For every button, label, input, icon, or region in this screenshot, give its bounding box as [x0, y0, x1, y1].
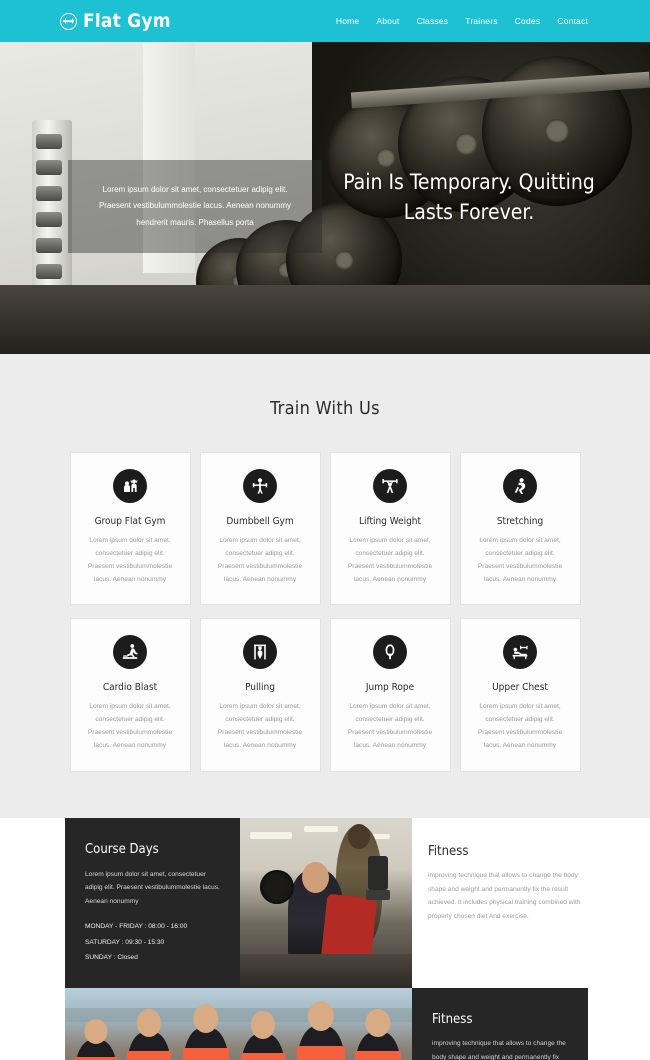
bench-press-icon [503, 635, 537, 670]
service-card-title: Upper Chest [492, 682, 548, 694]
service-card[interactable]: Jump Rope Lorem ipsum dolor sit amet, co… [329, 618, 451, 772]
course-days-band: Course Days Lorem ipsum dolor sit amet, … [0, 817, 650, 988]
service-card-title: Pulling [245, 682, 275, 694]
service-card-title: Jump Rope [365, 682, 415, 694]
site-logo[interactable]: Flat Gym [60, 10, 171, 32]
service-card-title: Group Flat Gym [94, 516, 166, 527]
service-card-title: Lifting Weight [358, 516, 422, 527]
spin-class-band: Fitness improving technique that allows … [0, 987, 650, 1060]
barbell-lift-icon [373, 469, 407, 503]
service-card[interactable]: Upper Chest Lorem ipsum dolor sit amet, … [459, 618, 581, 772]
service-card[interactable]: Pulling Lorem ipsum dolor sit amet, cons… [199, 618, 321, 772]
fitness-dark-text: improving technique that allows to chang… [432, 1039, 566, 1060]
service-card-text: Lorem ipsum dolor sit amet, consectetuer… [477, 537, 563, 583]
service-card-text: Lorem ipsum dolor sit amet, consectetuer… [477, 703, 563, 749]
course-days-panel: Course Days Lorem ipsum dolor sit amet, … [65, 817, 240, 988]
section-title: Train With Us [270, 398, 380, 419]
pullup-bar-icon [243, 635, 277, 670]
hero-banner: Lorem ipsum dolor sit amet, consectetuer… [0, 42, 650, 354]
hours-row: MONDAY - FRIDAY : 08:00 - 16:00 [85, 923, 188, 931]
nav-item-classes[interactable]: Classes [417, 16, 449, 26]
nav-item-contact[interactable]: Contact [557, 16, 588, 26]
service-cards-grid: Group Flat Gym Lorem ipsum dolor sit ame… [0, 452, 650, 772]
service-card-title: Cardio Blast [102, 682, 158, 694]
logo-text: Flat Gym [83, 10, 171, 32]
service-card-text: Lorem ipsum dolor sit amet, consectetuer… [217, 537, 303, 583]
hero-overlay-text: Lorem ipsum dolor sit amet, consectetuer… [68, 160, 322, 254]
jump-rope-icon [373, 635, 407, 670]
service-card-title: Stretching [496, 516, 544, 527]
site-header: Flat Gym Home About Classes Trainers Cod… [0, 0, 650, 42]
hours-row: SATURDAY : 09:30 - 15:30 [85, 938, 165, 946]
treadmill-run-icon [113, 635, 147, 670]
service-card-text: Lorem ipsum dolor sit amet, consectetuer… [347, 537, 433, 583]
service-card[interactable]: Lifting Weight Lorem ipsum dolor sit ame… [329, 452, 451, 606]
fitness-dark-title: Fitness [432, 1011, 473, 1027]
trainer-dumbbell-press-photo [240, 817, 412, 988]
group-training-icon [113, 469, 147, 503]
fitness-light-panel: Fitness improving technique that allows … [428, 844, 588, 924]
service-card[interactable]: Cardio Blast Lorem ipsum dolor sit amet,… [69, 618, 191, 772]
service-card-text: Lorem ipsum dolor sit amet, consectetuer… [87, 703, 173, 749]
hero-headline: Pain Is Temporary. Quitting Lasts Foreve… [343, 170, 595, 225]
nav-item-codes[interactable]: Codes [515, 16, 541, 26]
service-card-text: Lorem ipsum dolor sit amet, consectetuer… [87, 537, 173, 583]
hours-row: SUNDAY : Closed [85, 954, 138, 962]
fitness-light-title: Fitness [428, 843, 469, 859]
nav-item-about[interactable]: About [376, 16, 399, 26]
fitness-dark-panel: Fitness improving technique that allows … [412, 987, 588, 1060]
nav-item-home[interactable]: Home [336, 16, 359, 26]
main-navigation: Home About Classes Trainers Codes Contac… [336, 16, 588, 26]
service-card[interactable]: Dumbbell Gym Lorem ipsum dolor sit amet,… [199, 452, 321, 606]
course-hours-list: MONDAY - FRIDAY : 08:00 - 16:00 SATURDAY… [85, 919, 220, 965]
dumbbell-circle-icon [60, 12, 77, 30]
course-days-title: Course Days [85, 841, 159, 857]
nav-item-trainers[interactable]: Trainers [465, 16, 497, 26]
service-card-text: Lorem ipsum dolor sit amet, consectetuer… [217, 703, 303, 749]
service-card-text: Lorem ipsum dolor sit amet, consectetuer… [347, 703, 433, 749]
spin-class-bikes-photo [65, 987, 412, 1060]
course-days-text: Lorem ipsum dolor sit amet, consectetuer… [85, 870, 220, 905]
train-with-us-section: Train With Us Group Flat Gym Lorem ipsum… [0, 354, 650, 818]
service-card-title: Dumbbell Gym [226, 516, 294, 527]
fitness-light-text: improving technique that allows to chang… [428, 871, 581, 921]
dumbbell-person-icon [243, 469, 277, 503]
service-card[interactable]: Stretching Lorem ipsum dolor sit amet, c… [459, 452, 581, 606]
service-card[interactable]: Group Flat Gym Lorem ipsum dolor sit ame… [69, 452, 191, 606]
stretching-icon [503, 469, 537, 503]
